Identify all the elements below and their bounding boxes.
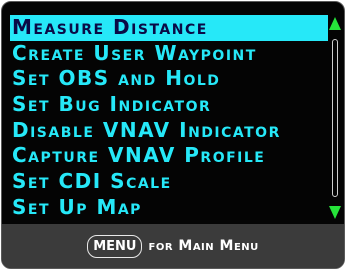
menu-list: Measure Distance Create User Waypoint Se… bbox=[10, 15, 328, 221]
footer-hint: for Main Menu bbox=[148, 238, 259, 254]
page-menu-panel: Measure Distance Create User Waypoint Se… bbox=[1, 1, 345, 269]
menu-scrollbar[interactable] bbox=[329, 15, 341, 221]
arrow-up-icon[interactable] bbox=[329, 17, 341, 30]
menu-item-set-bug-indicator[interactable]: Set Bug Indicator bbox=[10, 92, 328, 118]
menu-item-measure-distance[interactable]: Measure Distance bbox=[10, 15, 328, 41]
menu-item-disable-vnav-indicator[interactable]: Disable VNAV Indicator bbox=[10, 118, 328, 144]
menu-item-set-up-map[interactable]: Set Up Map bbox=[10, 195, 328, 221]
menu-item-set-obs-and-hold[interactable]: Set OBS and Hold bbox=[10, 66, 328, 92]
arrow-down-icon[interactable] bbox=[329, 206, 341, 219]
menu-item-capture-vnav-profile[interactable]: Capture VNAV Profile bbox=[10, 143, 328, 169]
menu-item-create-user-waypoint[interactable]: Create User Waypoint bbox=[10, 41, 328, 67]
footer-bar: MENU for Main Menu bbox=[2, 224, 344, 268]
menu-key-button[interactable]: MENU bbox=[87, 234, 143, 258]
menu-item-set-cdi-scale[interactable]: Set CDI Scale bbox=[10, 169, 328, 195]
scrollbar-track[interactable] bbox=[332, 39, 338, 197]
